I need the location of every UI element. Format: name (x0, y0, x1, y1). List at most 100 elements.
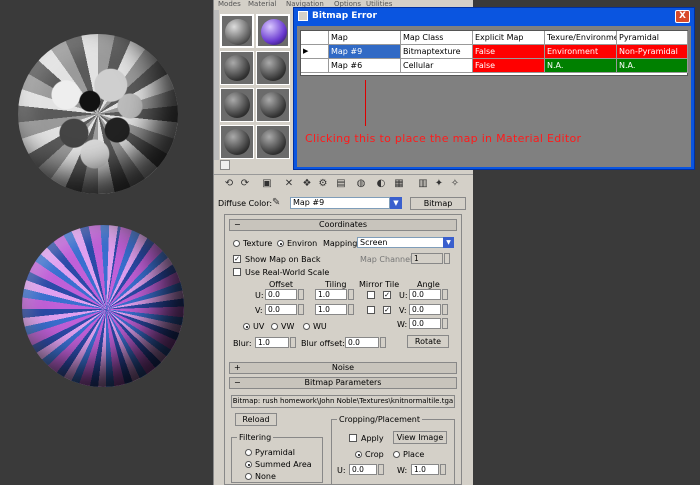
table-row-explicit-cell[interactable]: False (473, 59, 545, 73)
tiling-u-field[interactable]: 1.0 (315, 289, 347, 300)
none-radio[interactable] (245, 473, 252, 480)
blur-field[interactable]: 1.0 (255, 337, 289, 348)
crop-radio[interactable] (355, 451, 362, 458)
tile-v-checkbox[interactable]: ✓ (383, 306, 391, 314)
material-slot[interactable] (220, 51, 254, 85)
offset-u-field[interactable]: 0.0 (265, 289, 297, 300)
go-to-parent-icon[interactable]: ▥ (416, 177, 430, 191)
angle-v-field[interactable]: 0.0 (409, 304, 441, 315)
crop-w-field[interactable]: 1.0 (411, 464, 439, 475)
table-row-pyramidal-cell[interactable]: Non-Pyramidal (617, 45, 688, 59)
crop-u-spinner[interactable] (378, 464, 384, 475)
map-channel-field[interactable]: 1 (411, 253, 443, 264)
tiling-u-spinner[interactable] (348, 289, 354, 300)
table-row-map-cell[interactable]: Map #9 (329, 45, 401, 59)
tile-u-checkbox[interactable]: ✓ (383, 291, 391, 299)
mirror-u-checkbox[interactable] (367, 291, 375, 299)
bitmap-path-button[interactable]: Bitmap: rush homework\John Noble\Texture… (231, 395, 455, 408)
column-header-explicit-map[interactable]: Explicit Map (473, 31, 545, 45)
reload-button[interactable]: Reload (235, 413, 277, 426)
copy-material-icon[interactable]: ❖ (300, 177, 314, 191)
map-name-dropdown[interactable]: Map #9 (290, 197, 390, 209)
material-slot[interactable] (220, 88, 254, 122)
slot-scroll-icon[interactable] (220, 160, 230, 170)
get-material-icon[interactable]: ⟲ (222, 177, 236, 191)
view-image-button[interactable]: View Image (393, 431, 447, 444)
material-slot[interactable] (256, 88, 290, 122)
angle-u-spinner[interactable] (442, 289, 448, 300)
angle-u-field[interactable]: 0.0 (409, 289, 441, 300)
unique-icon[interactable]: ⚙ (316, 177, 330, 191)
material-slot[interactable] (220, 14, 254, 48)
viewport[interactable] (0, 0, 213, 485)
column-header-pyramidal[interactable]: Pyramidal (617, 31, 688, 45)
row-selector-icon[interactable]: ▶ (301, 45, 329, 59)
row-header-corner (301, 31, 329, 45)
material-slot[interactable] (256, 14, 290, 48)
summed-area-radio[interactable] (245, 461, 252, 468)
texture-radio[interactable] (233, 240, 240, 247)
row-selector[interactable] (301, 59, 329, 73)
show-map-on-back-checkbox[interactable]: ✓ (233, 255, 241, 263)
angle-w-field[interactable]: 0.0 (409, 318, 441, 329)
blur-offset-field[interactable]: 0.0 (345, 337, 379, 348)
noise-rollout-header[interactable]: + Noise (229, 362, 457, 374)
table-row-explicit-cell[interactable]: False (473, 45, 545, 59)
menu-modes[interactable]: Modes (218, 0, 241, 8)
assign-material-icon[interactable]: ▣ (260, 177, 274, 191)
use-real-world-scale-checkbox[interactable] (233, 268, 241, 276)
column-header-map[interactable]: Map (329, 31, 401, 45)
material-slot[interactable] (220, 125, 254, 159)
chevron-down-icon[interactable]: ▼ (443, 237, 454, 248)
close-button[interactable]: X (675, 10, 690, 23)
table-row-environment-cell[interactable]: N.A. (545, 59, 617, 73)
angle-w-label: W: (397, 320, 408, 329)
menu-material[interactable]: Material (248, 0, 276, 8)
go-forward-icon[interactable]: ✦ (432, 177, 446, 191)
bitmap-parameters-rollout-header[interactable]: − Bitmap Parameters (229, 377, 457, 389)
mapping-dropdown[interactable]: Screen (357, 237, 445, 248)
tiling-v-field[interactable]: 1.0 (315, 304, 347, 315)
table-row-map-cell[interactable]: Map #6 (329, 59, 401, 73)
table-row-pyramidal-cell[interactable]: N.A. (617, 59, 688, 73)
apply-checkbox[interactable] (349, 434, 357, 442)
material-slot[interactable] (256, 125, 290, 159)
offset-u-spinner[interactable] (298, 289, 304, 300)
delete-icon[interactable]: ✕ (282, 177, 296, 191)
environ-radio[interactable] (277, 240, 284, 247)
library-icon[interactable]: ▤ (334, 177, 348, 191)
vw-radio[interactable] (271, 323, 278, 330)
angle-w-spinner[interactable] (442, 318, 448, 329)
map-type-button[interactable]: Bitmap (410, 197, 466, 210)
offset-v-field[interactable]: 0.0 (265, 304, 297, 315)
pick-material-icon[interactable]: ✧ (448, 177, 462, 191)
coordinates-rollout-header[interactable]: − Coordinates (229, 219, 457, 231)
put-to-scene-icon[interactable]: ⟳ (238, 177, 252, 191)
table-row-class-cell[interactable]: Bitmaptexture (401, 45, 473, 59)
show-map-icon[interactable]: ◐ (374, 177, 388, 191)
material-effects-icon[interactable]: ◍ (354, 177, 368, 191)
crop-u-field[interactable]: 0.0 (349, 464, 377, 475)
table-row-environment-cell[interactable]: Environment (545, 45, 617, 59)
column-header-map-class[interactable]: Map Class (401, 31, 473, 45)
chevron-down-icon[interactable]: ▼ (390, 197, 402, 209)
tiling-v-spinner[interactable] (348, 304, 354, 315)
rotate-button[interactable]: Rotate (407, 335, 449, 348)
place-radio[interactable] (393, 451, 400, 458)
wu-radio[interactable] (303, 323, 310, 330)
eyedropper-icon[interactable]: ✎ (272, 197, 280, 208)
blur-spinner[interactable] (290, 337, 296, 348)
angle-v-spinner[interactable] (442, 304, 448, 315)
column-header-texture-environment[interactable]: Texure/Environmer (545, 31, 617, 45)
pyramidal-radio[interactable] (245, 449, 252, 456)
bitmap-parameters-title: Bitmap Parameters (304, 378, 382, 387)
mirror-v-checkbox[interactable] (367, 306, 375, 314)
uv-radio[interactable] (243, 323, 250, 330)
material-slot[interactable] (256, 51, 290, 85)
crop-w-spinner[interactable] (440, 464, 446, 475)
map-channel-spinner[interactable] (444, 253, 450, 264)
show-end-result-icon[interactable]: ▦ (392, 177, 406, 191)
offset-v-spinner[interactable] (298, 304, 304, 315)
blur-offset-spinner[interactable] (380, 337, 386, 348)
table-row-class-cell[interactable]: Cellular (401, 59, 473, 73)
